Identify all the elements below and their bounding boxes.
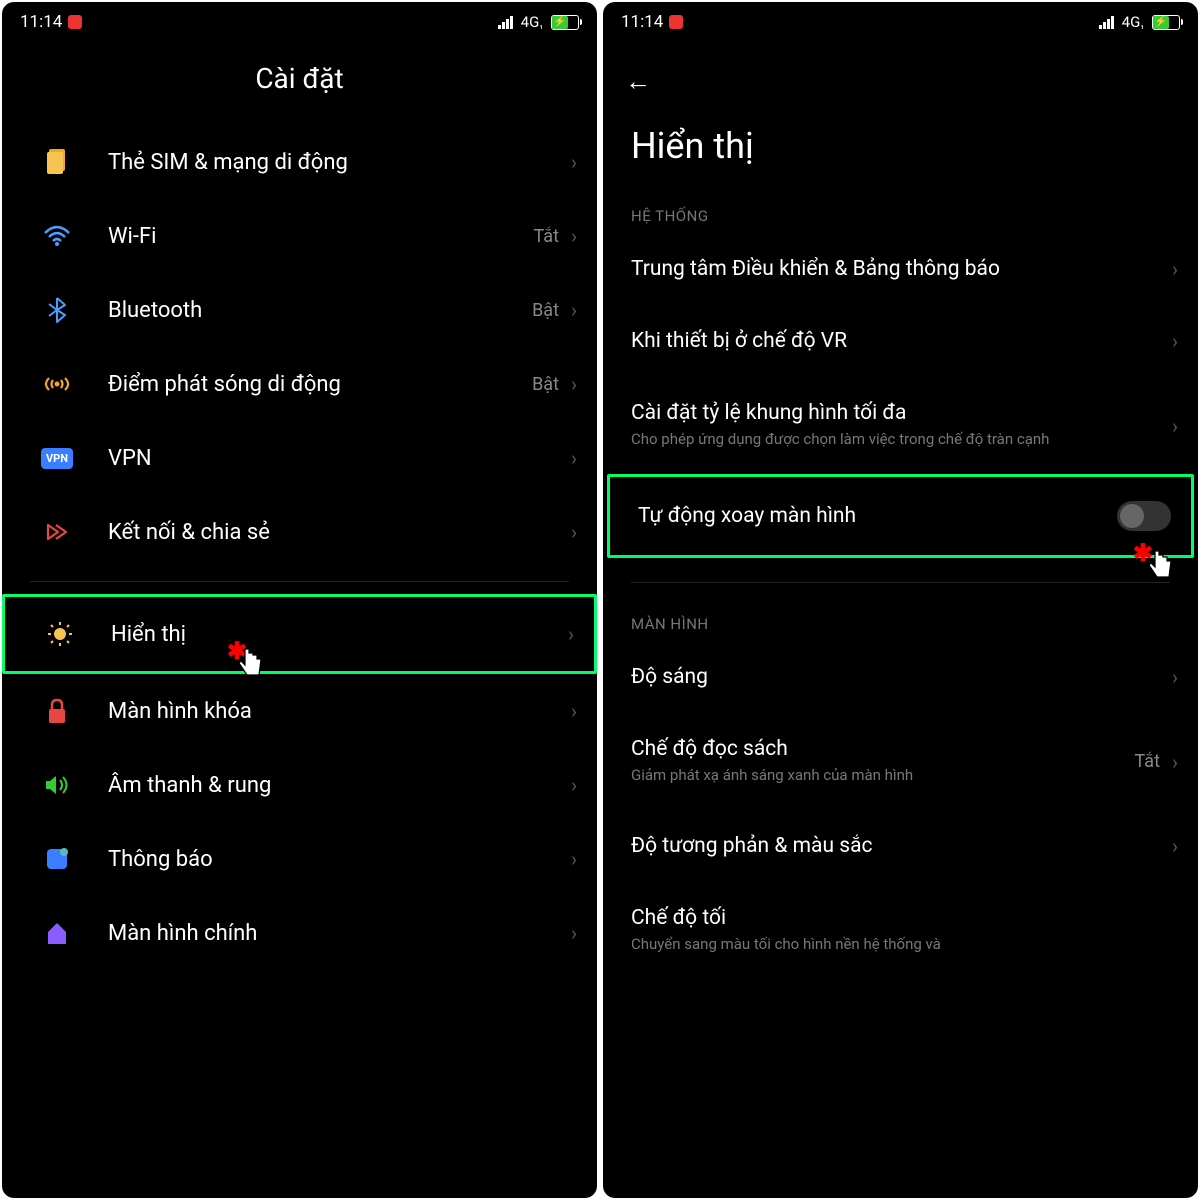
chevron-right-icon: › bbox=[1172, 750, 1178, 774]
page-title: Hiển thị bbox=[603, 97, 1198, 167]
battery-icon: ⚡ bbox=[551, 15, 579, 30]
hotspot-icon bbox=[42, 369, 72, 399]
settings-item-home[interactable]: Màn hình chính › bbox=[2, 896, 597, 970]
chevron-right-icon: › bbox=[571, 773, 577, 797]
item-value: Tắt bbox=[534, 226, 559, 247]
item-label: Kết nối & chia sẻ bbox=[108, 520, 571, 545]
chevron-right-icon: › bbox=[1172, 329, 1178, 353]
share-icon bbox=[42, 517, 72, 547]
click-splash-icon: ✱ bbox=[1133, 539, 1153, 567]
settings-screen: 11:14 4G₁ ⚡ Cài đặt Thẻ SIM & mạng di độ… bbox=[2, 2, 597, 1198]
network-label: 4G₁ bbox=[1122, 13, 1144, 31]
chevron-right-icon: › bbox=[1172, 257, 1178, 281]
item-label: Hiển thị bbox=[111, 622, 568, 647]
item-label: Màn hình chính bbox=[108, 921, 571, 946]
notifications-icon bbox=[42, 844, 72, 874]
item-label: Thẻ SIM & mạng di động bbox=[108, 150, 571, 175]
chevron-right-icon: › bbox=[1172, 414, 1178, 438]
section-header-system: HỆ THỐNG bbox=[603, 167, 1198, 233]
item-label: Độ sáng bbox=[631, 665, 1172, 689]
item-label: Trung tâm Điều khiển & Bảng thông báo bbox=[631, 257, 1172, 281]
item-sublabel: Cho phép ứng dụng được chọn làm việc tro… bbox=[631, 429, 1172, 450]
status-bar: 11:14 4G₁ ⚡ bbox=[2, 2, 597, 38]
network-label: 4G₁ bbox=[521, 13, 543, 31]
item-label: Thông báo bbox=[108, 847, 571, 872]
chevron-right-icon: › bbox=[571, 298, 577, 322]
auto-rotate-toggle[interactable] bbox=[1117, 501, 1171, 531]
lock-icon bbox=[42, 696, 72, 726]
click-splash-icon: ✱ bbox=[227, 637, 247, 665]
notification-badge-icon bbox=[669, 15, 683, 29]
settings-list: Thẻ SIM & mạng di động › Wi-Fi Tắt › Blu… bbox=[2, 125, 597, 1198]
settings-item-sound[interactable]: Âm thanh & rung › bbox=[2, 748, 597, 822]
status-bar: 11:14 4G₁ ⚡ bbox=[603, 2, 1198, 38]
display-item-vr[interactable]: Khi thiết bị ở chế độ VR › bbox=[603, 305, 1198, 377]
settings-item-bluetooth[interactable]: Bluetooth Bật › bbox=[2, 273, 597, 347]
item-label: Wi-Fi bbox=[108, 224, 534, 249]
wifi-icon bbox=[42, 221, 72, 251]
brightness-icon bbox=[45, 619, 75, 649]
display-item-control-center[interactable]: Trung tâm Điều khiển & Bảng thông báo › bbox=[603, 233, 1198, 305]
display-settings-screen: 11:14 4G₁ ⚡ ← Hiển thị HỆ THỐNG Trung tâ… bbox=[603, 2, 1198, 1198]
chevron-right-icon: › bbox=[571, 520, 577, 544]
notification-badge-icon bbox=[68, 15, 82, 29]
item-sublabel: Giảm phát xạ ánh sáng xanh của màn hình bbox=[631, 765, 1135, 786]
item-value: Tắt bbox=[1135, 751, 1160, 772]
settings-item-wifi[interactable]: Wi-Fi Tắt › bbox=[2, 199, 597, 273]
back-arrow-icon[interactable]: ← bbox=[625, 67, 651, 97]
item-label: Cài đặt tỷ lệ khung hình tối đa bbox=[631, 401, 1172, 425]
display-item-dark-mode[interactable]: Chế độ tối Chuyển sang màu tối cho hình … bbox=[603, 882, 1198, 961]
chevron-right-icon: › bbox=[568, 622, 574, 646]
settings-item-connect-share[interactable]: Kết nối & chia sẻ › bbox=[2, 495, 597, 569]
chevron-right-icon: › bbox=[1172, 665, 1178, 689]
sim-card-icon bbox=[42, 147, 72, 177]
settings-item-display[interactable]: Hiển thị › ✱ bbox=[2, 594, 597, 674]
item-sublabel: Chuyển sang màu tối cho hình nền hệ thốn… bbox=[631, 934, 1178, 955]
page-title: Cài đặt bbox=[2, 38, 597, 125]
divider bbox=[631, 582, 1170, 583]
display-item-reading-mode[interactable]: Chế độ đọc sách Giảm phát xạ ánh sáng xa… bbox=[603, 713, 1198, 810]
settings-item-vpn[interactable]: VPN VPN › bbox=[2, 421, 597, 495]
signal-icon bbox=[498, 16, 513, 29]
settings-item-hotspot[interactable]: Điểm phát sóng di động Bật › bbox=[2, 347, 597, 421]
divider bbox=[30, 581, 569, 582]
chevron-right-icon: › bbox=[571, 921, 577, 945]
item-label: Tự động xoay màn hình bbox=[638, 504, 1117, 528]
battery-icon: ⚡ bbox=[1152, 15, 1180, 30]
item-label: Khi thiết bị ở chế độ VR bbox=[631, 329, 1172, 353]
item-label: Âm thanh & rung bbox=[108, 773, 571, 798]
item-label: Màn hình khóa bbox=[108, 699, 571, 724]
settings-item-notifications[interactable]: Thông báo › bbox=[2, 822, 597, 896]
item-label: Độ tương phản & màu sắc bbox=[631, 834, 1172, 858]
settings-item-lockscreen[interactable]: Màn hình khóa › bbox=[2, 674, 597, 748]
chevron-right-icon: › bbox=[571, 372, 577, 396]
speaker-icon bbox=[42, 770, 72, 800]
signal-icon bbox=[1099, 16, 1114, 29]
section-header-screen: MÀN HÌNH bbox=[603, 595, 1198, 641]
chevron-right-icon: › bbox=[571, 446, 577, 470]
display-item-contrast-color[interactable]: Độ tương phản & màu sắc › bbox=[603, 810, 1198, 882]
chevron-right-icon: › bbox=[1172, 834, 1178, 858]
item-label: Điểm phát sóng di động bbox=[108, 372, 532, 397]
item-value: Bật bbox=[532, 300, 559, 321]
item-label: VPN bbox=[108, 446, 571, 471]
chevron-right-icon: › bbox=[571, 699, 577, 723]
item-label: Chế độ tối bbox=[631, 906, 1178, 930]
chevron-right-icon: › bbox=[571, 224, 577, 248]
item-label: Chế độ đọc sách bbox=[631, 737, 1135, 761]
home-icon bbox=[42, 918, 72, 948]
bluetooth-icon bbox=[42, 295, 72, 325]
clock: 11:14 bbox=[20, 12, 62, 32]
display-item-aspect-ratio[interactable]: Cài đặt tỷ lệ khung hình tối đa Cho phép… bbox=[603, 377, 1198, 474]
display-item-brightness[interactable]: Độ sáng › bbox=[603, 641, 1198, 713]
clock: 11:14 bbox=[621, 12, 663, 32]
chevron-right-icon: › bbox=[571, 150, 577, 174]
chevron-right-icon: › bbox=[571, 847, 577, 871]
settings-item-sim[interactable]: Thẻ SIM & mạng di động › bbox=[2, 125, 597, 199]
display-item-auto-rotate[interactable]: Tự động xoay màn hình ✱ bbox=[607, 474, 1194, 558]
item-value: Bật bbox=[532, 374, 559, 395]
item-label: Bluetooth bbox=[108, 298, 532, 323]
vpn-icon: VPN bbox=[42, 443, 72, 473]
